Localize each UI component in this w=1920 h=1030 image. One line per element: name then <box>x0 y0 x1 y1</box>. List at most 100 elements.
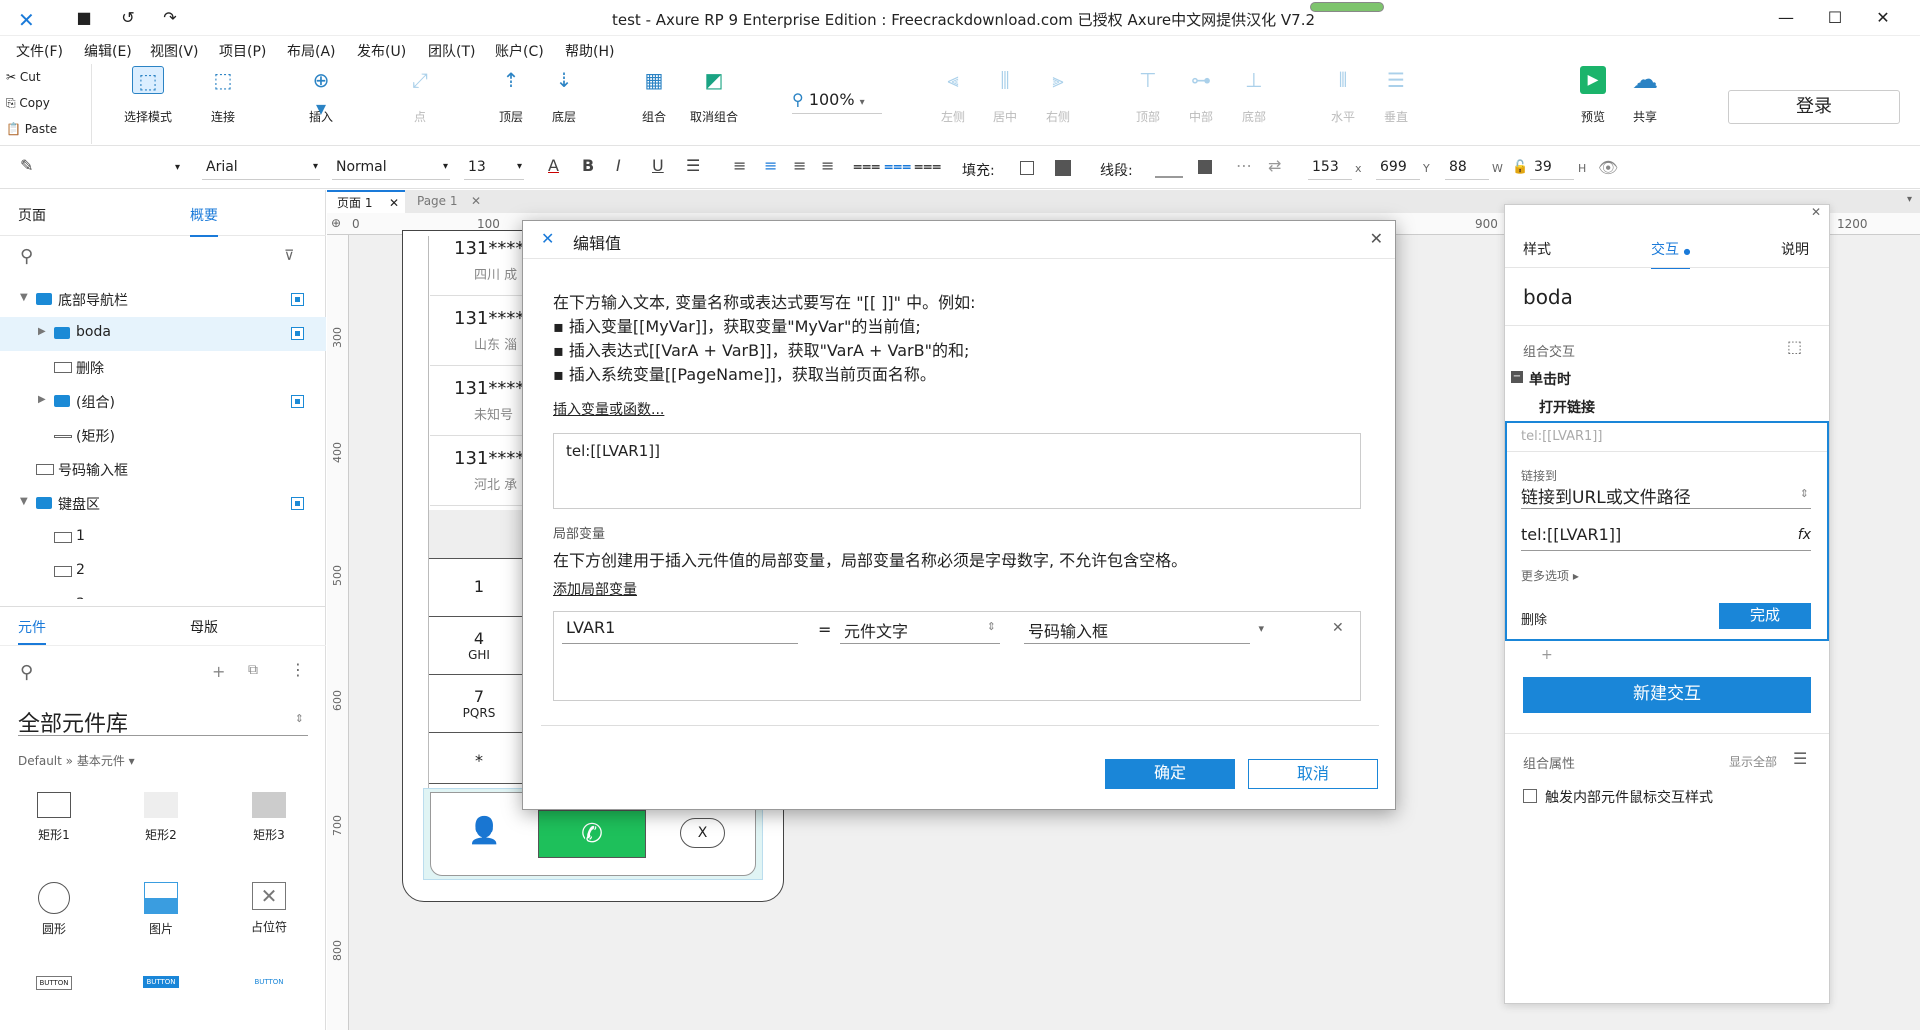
contact-row[interactable]: 131***** 未知号 <box>430 376 533 436</box>
tree-item-keypad[interactable]: ▼ 键盘区 <box>0 487 326 521</box>
justify-icon[interactable]: ≡ <box>821 156 834 175</box>
visibility-checkbox[interactable] <box>291 395 304 408</box>
copy-button[interactable]: ⎘ Copy <box>6 96 50 111</box>
style-dropdown-arrow[interactable]: ▾ <box>175 162 180 173</box>
tree-item-boda[interactable]: ▶ boda <box>0 317 326 351</box>
expand-caret-icon[interactable]: ▼ <box>20 292 28 303</box>
menu-account[interactable]: 账户(C) <box>495 41 544 61</box>
point-button[interactable]: ⤢ 点 <box>385 66 455 125</box>
font-style-select[interactable]: Normal ▾ <box>332 156 450 180</box>
menu-team[interactable]: 团队(T) <box>428 41 475 61</box>
shadow-swatch[interactable] <box>1055 160 1071 176</box>
menu-view[interactable]: 视图(V) <box>150 41 199 61</box>
trigger-mouse-style-checkbox[interactable] <box>1523 789 1537 803</box>
format-painter-icon[interactable]: ✎ <box>20 156 33 175</box>
visibility-checkbox[interactable] <box>291 327 304 340</box>
ok-button[interactable]: 确定 <box>1105 759 1235 789</box>
widget-name[interactable]: boda <box>1523 285 1573 309</box>
component-rect1[interactable]: 矩形1 <box>9 792 99 843</box>
bold-icon[interactable]: B <box>582 156 594 175</box>
arrow-style-icon[interactable]: ⇄ <box>1268 156 1281 175</box>
component-image[interactable]: 图片 <box>116 882 206 937</box>
line-color-swatch[interactable] <box>1155 176 1183 178</box>
undo-icon[interactable]: ↺ <box>118 8 138 28</box>
visibility-eye-icon[interactable]: 👁 <box>1598 158 1618 177</box>
variable-name-input[interactable]: LVAR1 <box>562 616 798 644</box>
close-window-icon[interactable]: ✕ <box>1873 8 1893 28</box>
align-text-center-icon[interactable]: ≡ <box>764 156 777 175</box>
event-name[interactable]: 单击时 <box>1529 369 1571 389</box>
add-action-icon[interactable]: + <box>1541 647 1553 663</box>
tab-style[interactable]: 样式 <box>1523 239 1551 259</box>
underline-icon[interactable]: U <box>652 156 664 175</box>
valign-bottom-icon[interactable]: ⩶ <box>914 156 941 176</box>
outline-filter-icon[interactable]: ⊽ <box>284 248 294 264</box>
y-input[interactable]: 699 <box>1376 156 1420 180</box>
tree-item-bottom-nav[interactable]: ▼ 底部导航栏 <box>0 283 326 317</box>
valign-top-icon[interactable]: ⩶ <box>853 156 880 176</box>
width-input[interactable]: 88 <box>1445 156 1489 180</box>
zoom-control[interactable]: ⚲ 100% ▾ <box>792 90 882 114</box>
new-interaction-button[interactable]: 新建交互 <box>1523 677 1811 713</box>
italic-icon[interactable]: I <box>616 156 621 175</box>
action-name[interactable]: 打开链接 <box>1539 397 1595 417</box>
keypad-key[interactable]: * <box>429 732 529 784</box>
url-input[interactable]: tel:[[LVAR1]] fx <box>1521 525 1811 551</box>
select-mode-button[interactable]: ⬚ 选择模式 <box>113 66 183 125</box>
component-link-button[interactable]: BUTTON <box>224 976 314 988</box>
library-copy-icon[interactable]: ⧉ <box>248 662 258 678</box>
tree-item-delete[interactable]: 删除 <box>0 351 326 385</box>
tree-item-group[interactable]: ▶ (组合) <box>0 385 326 419</box>
keypad-key[interactable]: 4 GHI <box>429 616 529 674</box>
redo-icon[interactable]: ↷ <box>160 8 180 28</box>
send-bottom-button[interactable]: ⇣ 底层 <box>529 66 599 125</box>
cancel-button[interactable]: 取消 <box>1248 759 1378 789</box>
component-primary-button[interactable]: BUTTON <box>116 976 206 988</box>
delete-x-button[interactable]: X <box>680 818 725 848</box>
variable-type-select[interactable]: 元件文字 ⇕ <box>840 616 1000 644</box>
expand-caret-icon[interactable]: ▼ <box>20 496 28 507</box>
close-tab-icon[interactable]: ✕ <box>471 190 481 212</box>
lock-ratio-icon[interactable]: 🔓 <box>1512 160 1528 175</box>
page-tab-1[interactable]: 页面 1 ✕ <box>327 190 405 213</box>
insert-button[interactable]: ⊕ ▾ 插入 <box>286 66 356 125</box>
align-bottom-button[interactable]: ⊥ 底部 <box>1219 66 1289 125</box>
component-placeholder[interactable]: ✕ 占位符 <box>224 882 314 935</box>
line-width-swatch[interactable] <box>1198 160 1212 174</box>
tab-pages[interactable]: 页面 <box>18 205 46 225</box>
minimize-icon[interactable]: — <box>1776 8 1796 28</box>
x-input[interactable]: 153 <box>1308 156 1352 180</box>
tree-item-rect[interactable]: (矩形) <box>0 419 326 453</box>
component-button[interactable]: BUTTON <box>9 976 99 990</box>
height-input[interactable]: 39 <box>1530 156 1574 180</box>
outline-search-icon[interactable]: ⚲ <box>20 246 33 267</box>
variable-target-select[interactable]: 号码输入框 ▾ <box>1024 616 1264 644</box>
tab-outline[interactable]: 概要 <box>190 205 218 237</box>
component-circle[interactable]: 圆形 <box>9 882 99 937</box>
visibility-checkbox[interactable] <box>291 293 304 306</box>
library-more-icon[interactable]: ⋮ <box>290 660 306 679</box>
properties-menu-icon[interactable]: ☰ <box>1793 749 1807 768</box>
close-tab-icon[interactable]: ✕ <box>389 192 399 214</box>
menu-help[interactable]: 帮助(H) <box>565 41 614 61</box>
fill-color-swatch[interactable] <box>1020 161 1034 175</box>
add-local-variable-link[interactable]: 添加局部变量 <box>553 579 637 599</box>
value-textarea[interactable]: tel:[[LVAR1]] <box>553 433 1361 509</box>
tab-interactions[interactable]: 交互 ● <box>1651 239 1691 269</box>
paste-button[interactable]: 📋 Paste <box>6 122 57 136</box>
align-text-right-icon[interactable]: ≡ <box>793 156 806 175</box>
collapse-event-icon[interactable]: − <box>1511 371 1523 383</box>
keypad-key[interactable]: 1 <box>429 558 529 616</box>
more-options-link[interactable]: 更多选项 ▸ <box>1521 567 1579 584</box>
delete-action-link[interactable]: 删除 <box>1521 609 1547 628</box>
component-rect3[interactable]: 矩形3 <box>224 792 314 843</box>
align-right-button[interactable]: ⫸ 右侧 <box>1023 66 1093 125</box>
tree-item-key-1[interactable]: 1 <box>0 521 326 555</box>
tab-notes[interactable]: 说明 <box>1781 239 1809 259</box>
library-breadcrumb[interactable]: Default » 基本元件 ▾ <box>18 752 135 769</box>
save-icon[interactable]: ■ <box>74 8 94 28</box>
tree-item-key-3[interactable]: 3 <box>0 589 326 599</box>
line-style-icon[interactable]: ⋯ <box>1236 156 1252 175</box>
distribute-vertical-button[interactable]: ☰ 垂直 <box>1361 66 1431 125</box>
function-fx-icon[interactable]: fx <box>1798 527 1811 543</box>
